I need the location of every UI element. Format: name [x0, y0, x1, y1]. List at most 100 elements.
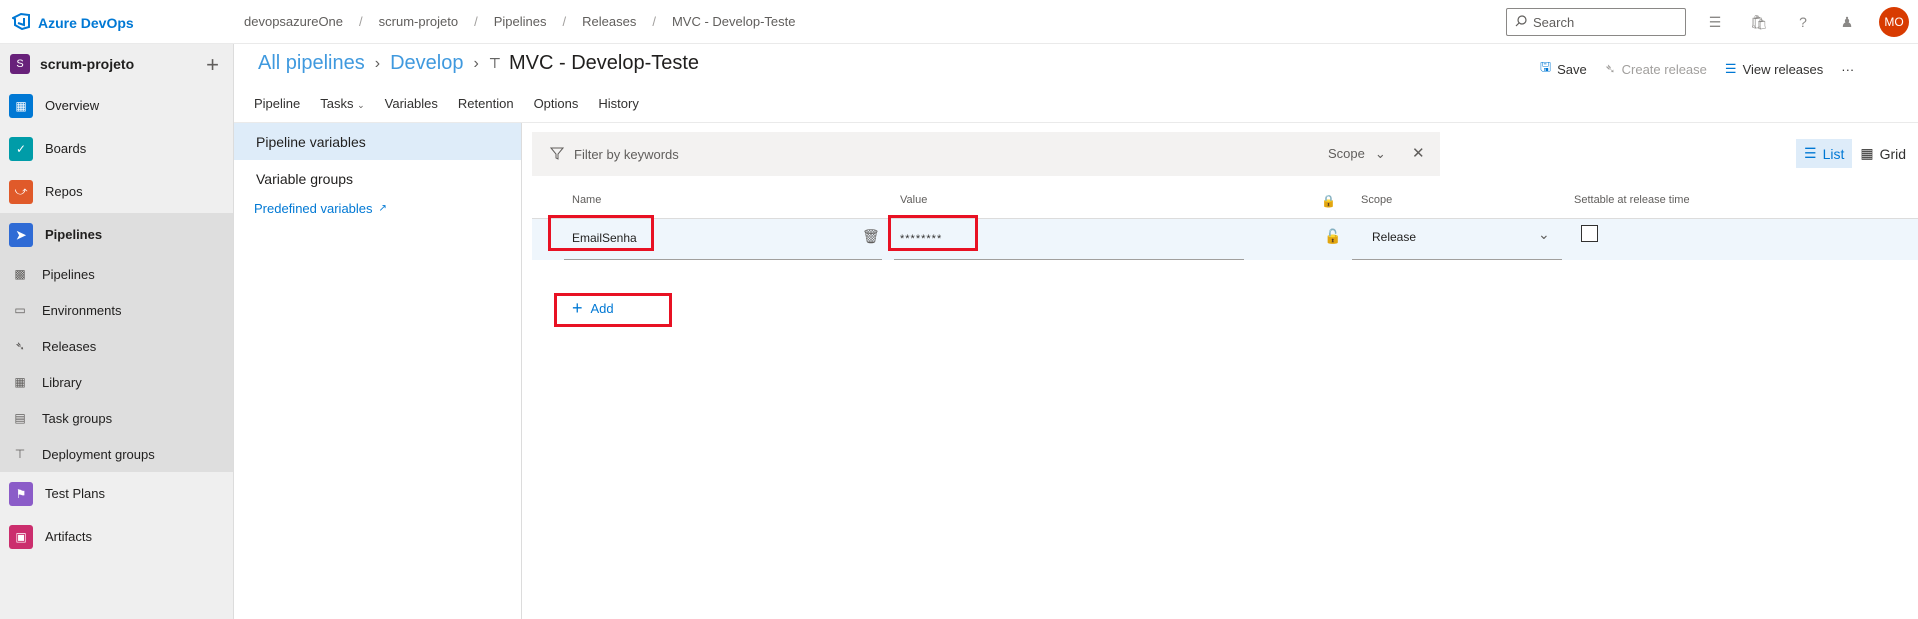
pipeline-variables-item[interactable]: Pipeline variables	[234, 123, 521, 160]
left-nav: S scrum-projeto + ▦ Overview ✓ Boards ⤻ …	[0, 44, 234, 619]
pipeline-title: MVC - Develop-Teste	[508, 52, 700, 74]
save-icon: 🖫	[1540, 59, 1552, 74]
plus-icon: +	[572, 298, 583, 318]
page-title: All pipelines › Develop › ⊤ MVC - Develo…	[258, 52, 699, 75]
all-pipelines-link[interactable]: All pipelines	[258, 52, 365, 75]
variable-groups-item[interactable]: Variable groups	[234, 160, 521, 197]
filter-bar[interactable]: Filter by keywords Scope ⌄ ✕	[532, 132, 1440, 176]
sidebar-item-deployment-groups[interactable]: ⊤ Deployment groups	[0, 436, 233, 472]
help-icon[interactable]: ?	[1793, 12, 1813, 32]
tab-variables[interactable]: Variables	[384, 92, 439, 124]
boards-icon: ✓	[9, 136, 33, 161]
view-releases-button[interactable]: ☰ View releases	[1725, 61, 1823, 77]
view-toggle: ☰ List ▦ Grid	[1796, 139, 1914, 168]
save-button[interactable]: 🖫 Save	[1540, 58, 1587, 80]
search-box[interactable]: Search	[1506, 8, 1686, 36]
name-underline	[564, 259, 882, 260]
external-link-icon: ↗	[378, 203, 387, 214]
azure-devops-logo-icon	[10, 12, 30, 33]
sidebar-item-pipelines[interactable]: ▩ Pipelines	[0, 256, 233, 292]
sidebar-item-releases[interactable]: ➴ Releases	[0, 328, 233, 364]
breadcrumb: devopsazureOne / scrum-projeto / Pipelin…	[244, 14, 796, 29]
sidebar-item-label: Library	[42, 374, 82, 390]
repos-icon: ⤻	[9, 179, 33, 204]
add-label: Add	[590, 301, 614, 316]
new-item-plus-icon[interactable]: +	[206, 52, 219, 78]
grid-view-button[interactable]: ▦ Grid	[1852, 139, 1914, 168]
predefined-variables-link[interactable]: Predefined variables ↗	[234, 201, 521, 216]
pipelines-icon: ➤	[9, 222, 33, 247]
sidebar-item-label: Environments	[42, 302, 122, 318]
sidebar-item-label: Deployment groups	[42, 446, 155, 462]
project-name: scrum-projeto	[40, 56, 135, 72]
breadcrumb-org[interactable]: devopsazureOne	[244, 14, 343, 29]
scope-underline	[1352, 259, 1562, 260]
list-view-label: List	[1822, 145, 1845, 162]
scope-filter-dropdown[interactable]: Scope ⌄	[1328, 146, 1386, 162]
marketplace-bag-icon[interactable]: 🛍	[1749, 12, 1769, 32]
rocket-icon: ➴	[1604, 61, 1616, 76]
sidebar-item-task-groups[interactable]: ▤ Task groups	[0, 400, 233, 436]
list-view-button[interactable]: ☰ List	[1796, 139, 1853, 168]
sidebar-item-environments[interactable]: ▭ Environments	[0, 292, 233, 328]
table-row: EmailSenha 🗑 ******** 🔓 Release ⌄	[532, 218, 1918, 260]
user-settings-icon[interactable]: ♟	[1837, 12, 1857, 32]
nav-item-boards[interactable]: ✓ Boards	[0, 127, 233, 170]
add-variable-button[interactable]: + Add	[572, 298, 614, 319]
lock-icon[interactable]: 🔓	[1324, 228, 1341, 245]
work-items-icon[interactable]: ☰	[1705, 12, 1725, 32]
tab-tasks-label: Tasks	[320, 96, 354, 111]
view-releases-label: View releases	[1742, 61, 1824, 77]
breadcrumb-separator: /	[359, 14, 363, 29]
chevron-down-icon[interactable]: ⌄	[1538, 226, 1550, 243]
tab-tasks[interactable]: Tasks ⌄	[320, 92, 364, 122]
sidebar-item-library[interactable]: ▦ Library	[0, 364, 233, 400]
chevron-right-icon: ›	[473, 54, 479, 72]
sidebar-item-label: Task groups	[42, 410, 113, 426]
grid-icon: ▦	[1860, 145, 1874, 161]
tab-pipeline[interactable]: Pipeline	[254, 92, 300, 122]
highlight-name-box	[548, 215, 654, 251]
breadcrumb-releases[interactable]: Releases	[582, 14, 636, 29]
breadcrumb-separator: /	[652, 14, 656, 29]
breadcrumb-separator: /	[474, 14, 478, 29]
nav-item-test-plans[interactable]: ⚑ Test Plans	[0, 472, 233, 515]
tab-history[interactable]: History	[598, 92, 638, 122]
more-actions-button[interactable]: ···	[1841, 62, 1854, 77]
settable-at-release-checkbox[interactable]	[1581, 225, 1598, 242]
highlight-value-box	[888, 215, 978, 251]
tab-bar: Pipeline Tasks ⌄ Variables Retention Opt…	[254, 92, 659, 124]
delete-icon[interactable]: 🗑	[862, 228, 880, 245]
avatar[interactable]: MO	[1879, 7, 1909, 37]
close-icon[interactable]: ✕	[1412, 144, 1425, 162]
nav-item-label: Test Plans	[45, 486, 105, 501]
breadcrumb-current[interactable]: MVC - Develop-Teste	[672, 14, 796, 29]
breadcrumb-pipelines[interactable]: Pipelines	[494, 14, 547, 29]
top-icons: ☰ 🛍 ? ♟	[1705, 12, 1857, 32]
tab-retention[interactable]: Retention	[458, 92, 514, 122]
project-header[interactable]: S scrum-projeto +	[0, 44, 233, 84]
sidebar-item-label: Releases	[42, 338, 97, 354]
develop-folder-link[interactable]: Develop	[390, 52, 463, 75]
breadcrumb-separator: /	[562, 14, 567, 29]
breadcrumb-project[interactable]: scrum-projeto	[379, 14, 458, 29]
filter-input[interactable]: Filter by keywords	[574, 147, 679, 162]
overview-icon: ▦	[9, 93, 33, 118]
nav-item-label: Repos	[45, 184, 83, 199]
rocket-icon: ➴	[14, 339, 26, 353]
brand[interactable]: Azure DevOps	[10, 12, 134, 33]
tab-options[interactable]: Options	[534, 92, 579, 122]
column-header-scope: Scope	[1361, 194, 1393, 206]
header-actions: 🖫 Save ➴ Create release ☰ View releases …	[1540, 58, 1872, 80]
nav-item-repos[interactable]: ⤻ Repos	[0, 170, 233, 213]
scope-dropdown-value[interactable]: Release	[1372, 230, 1416, 244]
create-release-button[interactable]: ➴ Create release	[1605, 61, 1707, 77]
nav-item-artifacts[interactable]: ▣ Artifacts	[0, 515, 233, 558]
nav-item-overview[interactable]: ▦ Overview	[0, 84, 233, 127]
column-header-value: Value	[900, 194, 928, 206]
list-icon: ☰	[1724, 61, 1737, 76]
pipelines-group: ➤ Pipelines ▩ Pipelines ▭ Environments ➴…	[0, 213, 233, 472]
create-release-label: Create release	[1621, 61, 1707, 77]
nav-item-pipelines[interactable]: ➤ Pipelines	[0, 213, 233, 256]
lock-icon: 🔒	[1321, 194, 1336, 208]
